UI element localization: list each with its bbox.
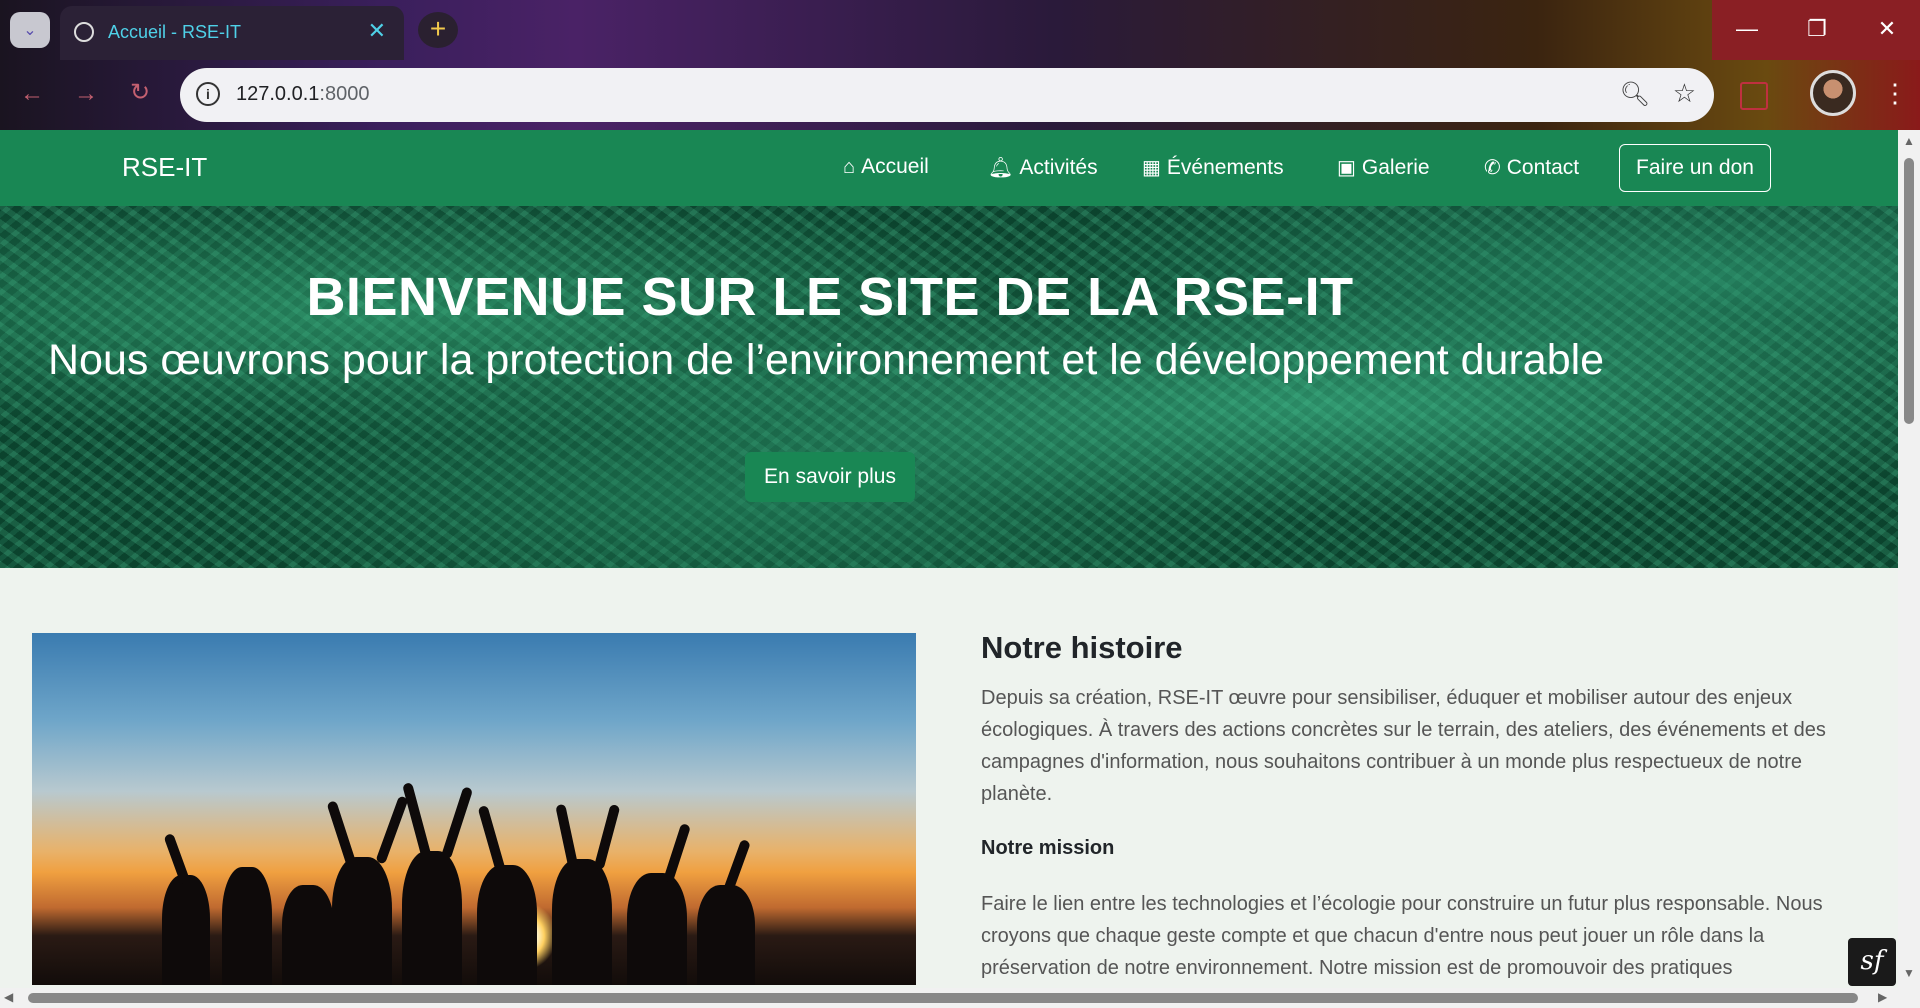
chevron-down-icon: ⌄ [23, 22, 37, 39]
symfony-toolbar-icon[interactable]: sf [1848, 938, 1896, 986]
tab-close-icon[interactable]: ✕ [368, 18, 386, 44]
scroll-left-icon[interactable]: ◀ [4, 990, 13, 1004]
tab-title: Accueil - RSE-IT [108, 22, 242, 42]
nav-accueil[interactable]: ⌂ Accueil [843, 155, 929, 179]
story-image [32, 633, 916, 985]
bell-icon: 🔔︎ [988, 157, 1014, 179]
image-icon: ▣ [1337, 157, 1356, 179]
vertical-scroll-thumb[interactable] [1904, 158, 1914, 424]
site-navbar: RSE-IT ⌂ Accueil 🔔︎ Activités ▦ Événements … [0, 130, 1898, 206]
bookmark-star-icon[interactable]: ☆ [1673, 78, 1696, 109]
browser-tab[interactable]: Accueil - RSE-IT ✕ [60, 6, 404, 60]
back-icon[interactable]: ← [20, 80, 44, 108]
hero-title: BIENVENUE SUR LE SITE DE LA RSE-IT [306, 267, 1354, 327]
restore-button[interactable]: ❐ [1782, 0, 1852, 60]
learn-more-button[interactable]: En savoir plus [745, 452, 915, 502]
hero-banner: BIENVENUE SUR LE SITE DE LA RSE-IT Nous … [0, 206, 1898, 568]
profile-avatar[interactable] [1810, 70, 1856, 116]
address-bar[interactable]: i 127.0.0.1:8000 🔍︎ ☆ [180, 68, 1714, 122]
story-paragraph: Depuis sa création, RSE-IT œuvre pour se… [981, 687, 1826, 805]
scroll-up-icon[interactable]: ▲ [1903, 134, 1915, 148]
mission-heading: Notre mission [981, 837, 1115, 859]
horizontal-scrollbar[interactable]: ◀ ▶ [0, 988, 1920, 1008]
vertical-scrollbar[interactable]: ▲ ▼ [1898, 130, 1920, 988]
globe-icon [74, 22, 94, 42]
close-window-button[interactable]: ✕ [1852, 0, 1920, 60]
donate-button[interactable]: Faire un don [1619, 144, 1771, 192]
phone-icon: ✆ [1484, 157, 1501, 179]
site-info-icon[interactable]: i [196, 82, 220, 106]
calendar-icon: ▦ [1142, 157, 1161, 179]
tab-search-button[interactable]: ⌄ [10, 12, 50, 48]
home-icon: ⌂ [843, 155, 856, 178]
nav-contact[interactable]: ✆ Contact [1484, 155, 1579, 180]
scroll-down-icon[interactable]: ▼ [1903, 966, 1915, 980]
forward-icon[interactable]: → [74, 80, 98, 108]
mission-paragraph: Faire le lien entre les technologies et … [981, 893, 1823, 979]
zoom-icon[interactable]: 🔍︎ [1620, 80, 1650, 109]
browser-menu-icon[interactable]: ⋮ [1882, 78, 1908, 109]
story-section: Notre histoire Depuis sa création, RSE-I… [981, 630, 1861, 979]
nav-activites[interactable]: 🔔︎ Activités [988, 155, 1098, 180]
minimize-button[interactable]: — [1712, 0, 1782, 60]
horizontal-scroll-thumb[interactable] [28, 993, 1858, 1003]
nav-galerie[interactable]: ▣ Galerie [1337, 155, 1430, 180]
extension-icon[interactable] [1740, 82, 1768, 110]
url-text[interactable]: 127.0.0.1:8000 [236, 83, 369, 106]
new-tab-button[interactable]: + [418, 12, 458, 48]
hero-subtitle: Nous œuvrons pour la protection de l’env… [48, 336, 1605, 384]
nav-evenements[interactable]: ▦ Événements [1142, 155, 1284, 180]
site-brand[interactable]: RSE-IT [122, 152, 207, 183]
reload-icon[interactable]: ↻ [130, 78, 150, 107]
story-heading: Notre histoire [981, 630, 1183, 665]
scroll-right-icon[interactable]: ▶ [1878, 990, 1887, 1004]
